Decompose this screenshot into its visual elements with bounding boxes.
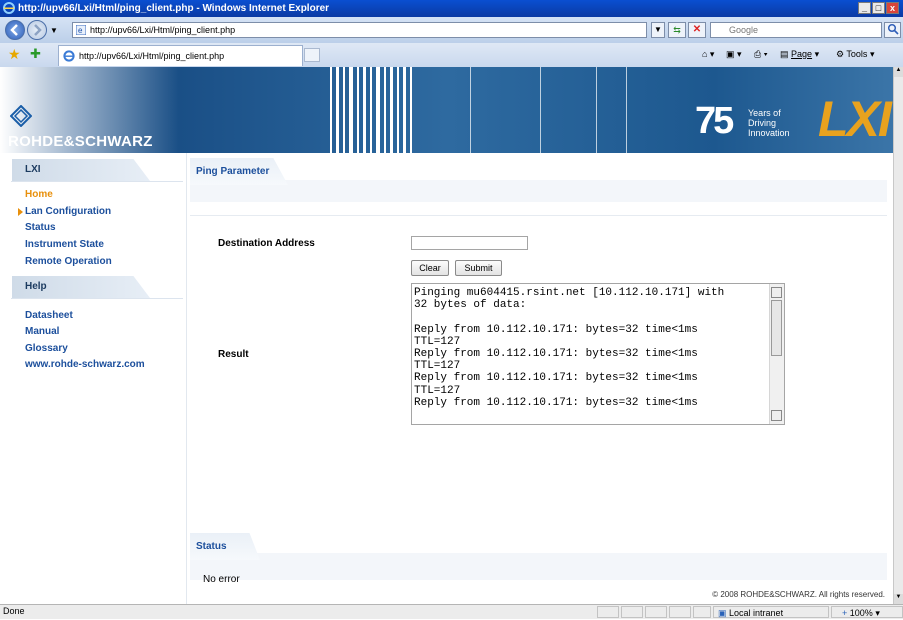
scroll-down-icon[interactable] (771, 410, 782, 421)
page-icon: e (76, 25, 86, 35)
rohde-schwarz-logo-icon (10, 105, 32, 127)
anniversary-number: 75 (695, 100, 734, 142)
brand-logo-text: ROHDE&SCHWARZ (8, 133, 153, 150)
tools-menu[interactable]: ⚙ Tools ▾ (836, 48, 874, 60)
section-title-ping: Ping Parameter (190, 158, 288, 185)
destination-address-label: Destination Address (218, 238, 315, 249)
tab-ie-icon (63, 50, 75, 62)
scroll-thumb[interactable] (771, 300, 782, 356)
zone-label: Local intranet (729, 608, 784, 618)
result-line: Reply from 10.112.10.171: bytes=32 time<… (414, 323, 698, 336)
clear-button[interactable]: Clear (411, 260, 449, 276)
feeds-icon[interactable]: ▣ ▾ (726, 48, 742, 60)
result-lines: Pinging mu604415.rsint.net [10.112.10.17… (414, 287, 770, 409)
ping-section-strip (190, 180, 887, 202)
scroll-up-icon[interactable]: ▲ (894, 67, 903, 77)
page-menu-icon: ▤ (780, 49, 789, 59)
intranet-icon: ▣ (718, 608, 727, 618)
result-line: Pinging mu604415.rsint.net [10.112.10.17… (414, 287, 725, 299)
search-icon (887, 23, 899, 35)
search-input[interactable]: Google (710, 22, 882, 38)
window-titlebar[interactable]: http://upv66/Lxi/Html/ping_client.php - … (0, 0, 903, 17)
address-toolbar: ▼ e http://upv66/Lxi/Html/ping_client.ph… (0, 17, 903, 43)
tools-menu-label: Tools (846, 49, 868, 59)
page-menu-label: Page (791, 49, 813, 59)
header-banner: ROHDE&SCHWARZ 75 Years of Driving Innova… (0, 67, 893, 153)
print-icon[interactable]: ⎙ ▾ (754, 48, 767, 60)
add-favorite-icon[interactable]: ✚ (30, 47, 41, 61)
stop-button[interactable]: ✕ (688, 22, 706, 38)
expand-arrow-icon (18, 208, 23, 216)
sidebar-item-manual[interactable]: Manual (25, 325, 59, 338)
new-tab-button[interactable] (304, 48, 320, 62)
submit-button[interactable]: Submit (455, 260, 502, 276)
result-line: Reply from 10.112.10.171: bytes=32 time<… (414, 372, 698, 385)
home-icon[interactable]: ⌂ ▾ (702, 48, 714, 60)
result-line: Reply from 10.112.10.171: bytes=32 time<… (414, 347, 698, 360)
result-textarea[interactable]: Pinging mu604415.rsint.net [10.112.10.17… (411, 283, 785, 425)
zoom-control[interactable]: + 100% ▾ (831, 606, 903, 618)
copyright-text: © 2008 ROHDE&SCHWARZ. All rights reserve… (712, 590, 885, 599)
sidebar-item-glossary[interactable]: Glossary (25, 342, 68, 355)
close-button[interactable]: x (886, 2, 899, 14)
status-message: No error (203, 574, 240, 585)
sidebar-heading-lxi: LXI (12, 159, 150, 181)
address-dropdown-button[interactable]: ▼ (651, 22, 665, 38)
section-title-status: Status (190, 533, 260, 560)
section-divider (190, 215, 887, 216)
browser-statusbar: Done ▣ Local intranet + 100% ▾ (0, 604, 903, 619)
result-scrollbar[interactable] (769, 284, 784, 424)
scroll-down-icon[interactable]: ▼ (894, 594, 903, 604)
favorites-star-icon[interactable]: ★ (8, 47, 21, 61)
minimize-button[interactable]: _ (858, 2, 871, 14)
sidebar-heading-help: Help (12, 276, 150, 298)
sidebar-item-home[interactable]: Home (25, 188, 53, 201)
sidebar-item-lan-configuration[interactable]: Lan Configuration (25, 205, 111, 218)
maximize-button[interactable]: □ (872, 2, 885, 14)
zone-indicator: ▣ Local intranet (713, 606, 829, 618)
refresh-button[interactable]: ⇆ (668, 22, 686, 38)
history-dropdown-icon[interactable]: ▼ (50, 26, 58, 35)
svg-text:e: e (78, 26, 83, 35)
sidebar-item-remote-operation[interactable]: Remote Operation (25, 255, 112, 268)
tab-title: http://upv66/Lxi/Html/ping_client.php (79, 51, 225, 61)
window-title: http://upv66/Lxi/Html/ping_client.php - … (18, 3, 330, 14)
page-menu[interactable]: ▤ Page ▾ (780, 48, 819, 60)
result-line: TTL=127 (414, 335, 461, 348)
result-label: Result (218, 349, 249, 360)
sidebar-item-rohde-schwarz-link[interactable]: www.rohde-schwarz.com (25, 358, 145, 371)
forward-button[interactable] (27, 20, 47, 40)
sidebar-item-status[interactable]: Status (25, 221, 56, 234)
sidebar-item-datasheet[interactable]: Datasheet (25, 309, 73, 322)
back-button[interactable] (5, 20, 25, 40)
status-text: Done (3, 606, 25, 616)
scroll-up-icon[interactable] (771, 287, 782, 298)
result-line: TTL=127 (414, 360, 461, 373)
result-line: 32 bytes of data: (414, 299, 527, 312)
result-line: TTL=127 (414, 384, 461, 397)
result-line: Reply from 10.112.10.171: bytes=32 time<… (414, 396, 698, 409)
search-button[interactable] (884, 22, 901, 38)
sidebar-divider (186, 153, 187, 604)
sidebar-item-instrument-state[interactable]: Instrument State (25, 238, 104, 251)
internet-explorer-icon (3, 2, 15, 14)
tools-gear-icon: ⚙ (836, 49, 845, 59)
page-scrollbar[interactable]: ▲ ▼ (893, 67, 903, 604)
anniversary-tagline: Years of Driving Innovation (748, 108, 790, 138)
back-arrow-icon (10, 24, 18, 36)
browser-tab[interactable]: http://upv66/Lxi/Html/ping_client.php (58, 45, 303, 66)
lxi-logo: LXI (818, 91, 892, 147)
destination-address-input[interactable] (411, 236, 528, 250)
zoom-icon: + (842, 608, 848, 618)
tabs-toolbar: ★ ✚ http://upv66/Lxi/Html/ping_client.ph… (0, 43, 903, 68)
status-section-strip (190, 553, 887, 580)
result-line (414, 311, 770, 323)
address-input[interactable]: e http://upv66/Lxi/Html/ping_client.php (72, 22, 647, 38)
forward-arrow-icon (34, 24, 42, 36)
zoom-level: 100% (849, 608, 873, 618)
